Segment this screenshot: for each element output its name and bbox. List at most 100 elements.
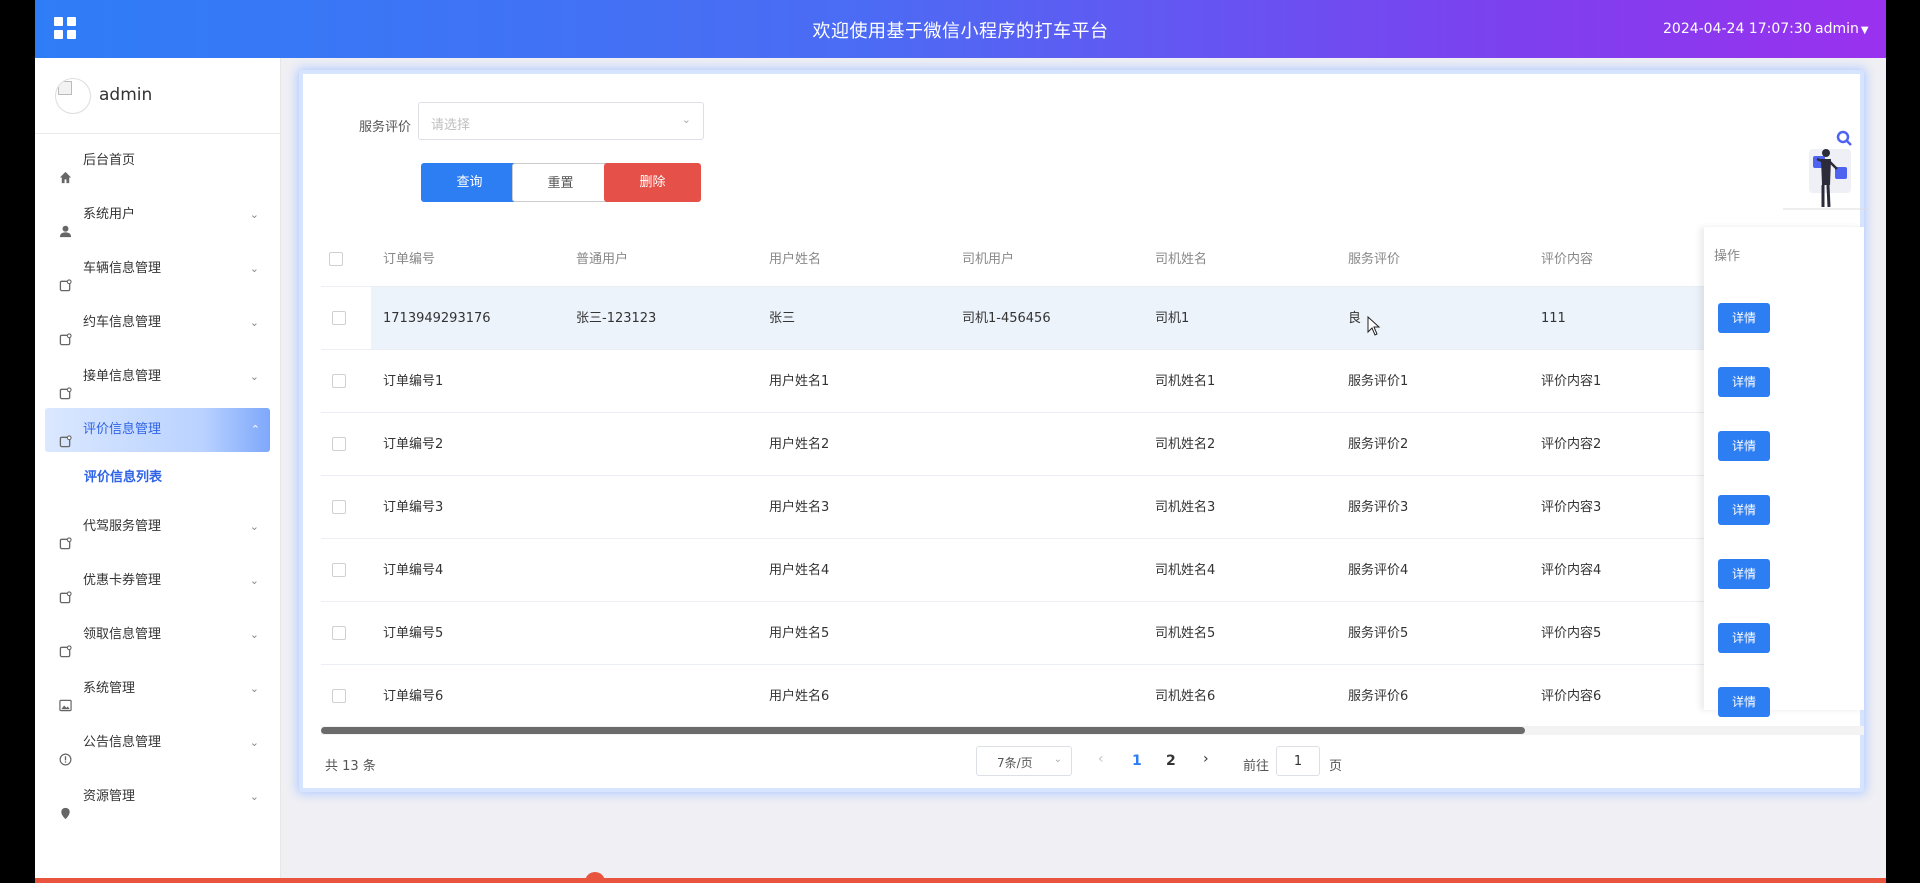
sidebar-item-8[interactable]: 领取信息管理 ⌄ — [35, 608, 280, 662]
sidebar-item-label: 优惠卡券管理 — [83, 573, 162, 588]
column-header: 订单编号 — [383, 252, 436, 267]
chevron-down-icon: ⌄ — [249, 208, 259, 221]
row-select-cell — [321, 476, 371, 538]
row-select-cell — [321, 539, 371, 601]
sidebar-item-label: 评价信息管理 — [83, 422, 162, 437]
sidebar-item-9[interactable]: 系统管理 ⌄ — [35, 662, 280, 716]
sidebar-item-2[interactable]: 车辆信息管理 ⌄ — [35, 242, 280, 296]
table-body: 1713949293176 张三-123123 张三 司机1-456456 司机1 良 11… — [321, 287, 1864, 728]
submenu-item-rating-list[interactable]: 评价信息列表 — [35, 456, 280, 500]
row-checkbox[interactable] — [332, 626, 346, 640]
page-1-button[interactable]: 1 — [1132, 753, 1142, 769]
table-cell: 司机姓名2 — [1155, 437, 1216, 452]
page-size-select[interactable]: 7条/页 ⌄ — [976, 746, 1072, 776]
sidebar-item-label: 后台首页 — [83, 153, 136, 168]
table-cell: 司机姓名3 — [1155, 500, 1216, 515]
table-cell: 用户姓名4 — [769, 563, 830, 578]
doc-icon — [59, 628, 72, 658]
sidebar-username: admin — [99, 85, 153, 105]
row-checkbox[interactable] — [332, 374, 346, 388]
select-all-cell — [321, 232, 371, 287]
goto-page-input[interactable] — [1276, 746, 1320, 776]
table-cell: 用户姓名6 — [769, 689, 830, 704]
total-count: 共 13 条 — [325, 759, 376, 774]
table-cell: 用户姓名3 — [769, 500, 830, 515]
select-all-checkbox[interactable] — [329, 252, 343, 266]
table-cell: 111 — [1541, 311, 1566, 326]
chevron-down-icon: ⌄ — [249, 736, 259, 749]
table-cell: 司机姓名1 — [1155, 374, 1216, 389]
row-select-cell — [321, 602, 371, 664]
table-cell: 用户姓名2 — [769, 437, 830, 452]
detail-button[interactable]: 详情 — [1718, 687, 1770, 717]
image-icon — [59, 682, 72, 712]
column-header: 司机用户 — [962, 252, 1015, 267]
table-cell: 张三-123123 — [576, 311, 657, 326]
sidebar-item-1[interactable]: 系统用户 ⌄ — [35, 188, 280, 242]
sidebar-item-4[interactable]: 接单信息管理 ⌄ — [35, 350, 280, 404]
row-checkbox[interactable] — [332, 563, 346, 577]
detail-button[interactable]: 详情 — [1718, 431, 1770, 461]
user-dropdown-label: admin — [1815, 21, 1859, 37]
sidebar-item-7[interactable]: 优惠卡券管理 ⌄ — [35, 554, 280, 608]
sidebar-menu: 后台首页系统用户 ⌄ 车辆信息管理 ⌄ 约车信息管理 ⌄ 接单信息管理 ⌄ 评价信息管理 ⌃ 评价信… — [35, 134, 280, 824]
chevron-down-icon: ⌄ — [249, 520, 259, 533]
table-cell: 服务评价6 — [1348, 689, 1409, 704]
doc-icon — [59, 520, 72, 550]
table-cell: 司机1-456456 — [962, 311, 1051, 326]
table-cell: 1713949293176 — [383, 311, 491, 326]
detail-button[interactable]: 详情 — [1718, 559, 1770, 589]
sidebar-item-0[interactable]: 后台首页 — [35, 134, 280, 188]
table-cell: 订单编号5 — [383, 626, 444, 641]
chevron-down-icon: ⌄ — [249, 316, 259, 329]
table-row: 1713949293176 张三-123123 张三 司机1-456456 司机1 良 11… — [321, 287, 1864, 350]
horizontal-scrollbar[interactable] — [321, 726, 1864, 735]
table-cell: 评价内容5 — [1541, 626, 1602, 641]
row-checkbox[interactable] — [332, 689, 346, 703]
table-cell: 司机姓名4 — [1155, 563, 1216, 578]
sidebar-item-label: 代驾服务管理 — [83, 519, 162, 534]
datetime-display: 2024-04-24 17:07:30 — [1663, 21, 1812, 37]
table-cell: 用户姓名1 — [769, 374, 830, 389]
table-cell: 评价内容2 — [1541, 437, 1602, 452]
reset-button[interactable]: 重置 — [512, 163, 609, 202]
row-checkbox[interactable] — [332, 437, 346, 451]
next-page-icon[interactable]: › — [1203, 751, 1209, 767]
detail-button[interactable]: 详情 — [1718, 303, 1770, 333]
app-window: 欢迎使用基于微信小程序的打车平台 2024-04-24 17:07:30 adm… — [35, 0, 1886, 883]
table-cell: 张三 — [769, 311, 796, 326]
sidebar-item-label: 系统用户 — [83, 207, 136, 222]
sidebar-item-11[interactable]: 资源管理 ⌄ — [35, 770, 280, 824]
user-dropdown[interactable]: admin ▼ — [1815, 21, 1869, 37]
column-header: 用户姓名 — [769, 252, 822, 267]
service-rating-select[interactable]: 请选择 ⌄ — [418, 102, 704, 140]
sidebar-item-3[interactable]: 约车信息管理 ⌄ — [35, 296, 280, 350]
row-checkbox[interactable] — [332, 311, 346, 325]
prev-page-icon[interactable]: ‹ — [1098, 751, 1104, 767]
floating-dot — [585, 872, 605, 883]
chevron-down-icon: ⌄ — [249, 628, 259, 641]
detail-button[interactable]: 详情 — [1718, 495, 1770, 525]
table-cell: 订单编号4 — [383, 563, 444, 578]
detail-button[interactable]: 详情 — [1718, 367, 1770, 397]
table-cell: 订单编号1 — [383, 374, 444, 389]
table-row: 订单编号1 用户姓名1 司机姓名1 服务评价1 评价内容1 — [321, 350, 1864, 413]
filter-label: 服务评价 — [359, 120, 412, 135]
detail-button[interactable]: 详情 — [1718, 623, 1770, 653]
query-button[interactable]: 查询 — [421, 163, 518, 202]
scrollbar-thumb[interactable] — [321, 727, 1525, 734]
column-header: 普通用户 — [576, 252, 629, 267]
table-row: 订单编号4 用户姓名4 司机姓名4 服务评价4 评价内容4 — [321, 539, 1864, 602]
operations-column: 操作 详情 详情 详情 详情 详情 详情 详情 — [1704, 227, 1864, 717]
sidebar-item-6[interactable]: 代驾服务管理 ⌄ — [35, 500, 280, 554]
table-cell: 订单编号6 — [383, 689, 444, 704]
sidebar-item-5[interactable]: 评价信息管理 ⌃ — [45, 408, 270, 452]
row-checkbox[interactable] — [332, 500, 346, 514]
content-card: 服务评价 请选择 ⌄ 查询 重置 删除 订单编号 普通用户 用户姓名 司机用户司机姓名… — [299, 70, 1869, 792]
doc-icon — [59, 574, 72, 604]
delete-button[interactable]: 删除 — [604, 163, 701, 202]
sidebar: admin 后台首页 系统用户 ⌄ 车辆信息管理 ⌄ 约车信息管理 ⌄ 接单信息管理 ⌄ 评价信息… — [35, 58, 281, 883]
sidebar-item-10[interactable]: 公告信息管理 ⌄ — [35, 716, 280, 770]
doc-icon — [59, 262, 72, 292]
page-2-button[interactable]: 2 — [1166, 753, 1176, 769]
